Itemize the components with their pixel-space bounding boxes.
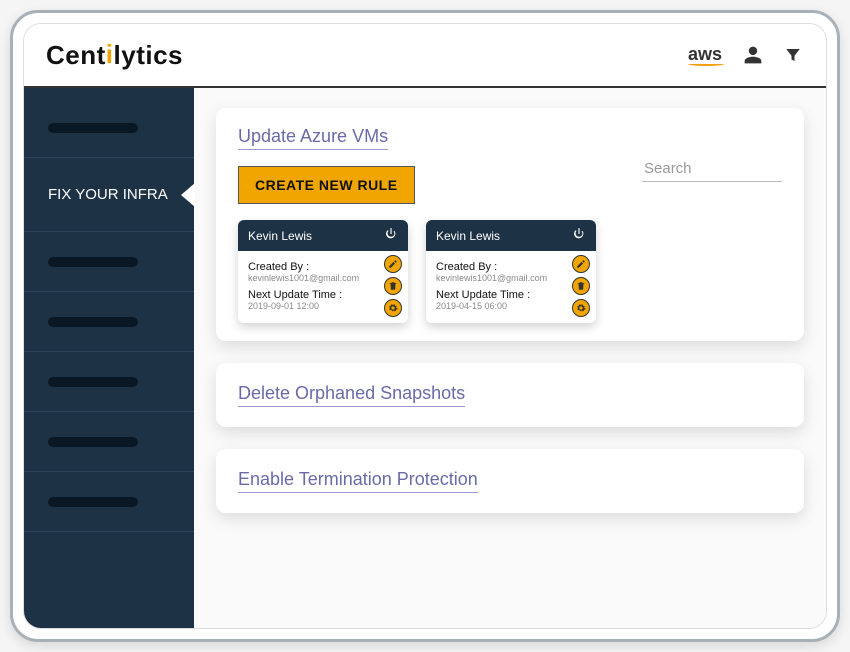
panel-title-update[interactable]: Update Azure VMs	[238, 126, 388, 150]
sidebar-item-placeholder[interactable]	[24, 472, 194, 532]
placeholder-bar-icon	[48, 377, 138, 387]
delete-icon[interactable]	[572, 277, 590, 295]
sidebar-item-placeholder[interactable]	[24, 412, 194, 472]
rule-card-header: Kevin Lewis	[426, 220, 596, 251]
rule-card-header: Kevin Lewis	[238, 220, 408, 251]
rule-card: Kevin Lewis Created By : kevinlewis1001@…	[238, 220, 408, 323]
filter-icon[interactable]	[782, 44, 804, 66]
rule-card-actions	[572, 255, 590, 317]
created-by-label: Created By :	[436, 261, 586, 273]
delete-icon[interactable]	[384, 277, 402, 295]
panel-header-row: Update Azure VMs CREATE NEW RULE	[238, 126, 782, 204]
rule-card: Kevin Lewis Created By : kevinlewis1001@…	[426, 220, 596, 323]
sidebar-item-placeholder[interactable]	[24, 352, 194, 412]
created-by-value: kevinlewis1001@gmail.com	[436, 273, 586, 283]
rule-owner-name: Kevin Lewis	[436, 229, 500, 243]
logo-part-accent: i	[106, 39, 114, 69]
search-input[interactable]	[642, 156, 782, 182]
sidebar: FIX YOUR INFRA	[24, 88, 194, 628]
created-by-value: kevinlewis1001@gmail.com	[248, 273, 398, 283]
placeholder-bar-icon	[48, 317, 138, 327]
body-row: FIX YOUR INFRA Update Azure VMs CREATE N…	[24, 88, 826, 628]
power-icon[interactable]	[384, 227, 398, 244]
sidebar-item-placeholder[interactable]	[24, 98, 194, 158]
sidebar-item-placeholder[interactable]	[24, 232, 194, 292]
next-update-value: 2019-09-01 12:00	[248, 301, 398, 311]
next-update-label: Next Update Time :	[248, 289, 398, 301]
sidebar-item-fix-your-infra[interactable]: FIX YOUR INFRA	[24, 158, 194, 232]
rule-card-body: Created By : kevinlewis1001@gmail.com Ne…	[426, 251, 596, 323]
user-icon[interactable]	[742, 44, 764, 66]
topbar-right: aws	[688, 44, 804, 66]
topbar: Centilytics aws	[24, 24, 826, 88]
device-frame: Centilytics aws FIX YOUR INFRA	[10, 10, 840, 642]
sidebar-item-label: FIX YOUR INFRA	[48, 185, 168, 205]
settings-icon[interactable]	[384, 299, 402, 317]
rule-card-body: Created By : kevinlewis1001@gmail.com Ne…	[238, 251, 408, 323]
panel-title-snapshots[interactable]: Delete Orphaned Snapshots	[238, 383, 465, 407]
placeholder-bar-icon	[48, 437, 138, 447]
panel-title-termination[interactable]: Enable Termination Protection	[238, 469, 478, 493]
rule-card-actions	[384, 255, 402, 317]
sidebar-item-placeholder[interactable]	[24, 292, 194, 352]
panel-termination-protection[interactable]: Enable Termination Protection	[216, 449, 804, 513]
next-update-label: Next Update Time :	[436, 289, 586, 301]
panel-update-azure-vms: Update Azure VMs CREATE NEW RULE Kevin L…	[216, 108, 804, 341]
logo-part-right: lytics	[114, 40, 184, 70]
edit-icon[interactable]	[572, 255, 590, 273]
rule-owner-name: Kevin Lewis	[248, 229, 312, 243]
edit-icon[interactable]	[384, 255, 402, 273]
rule-cards-row: Kevin Lewis Created By : kevinlewis1001@…	[238, 220, 782, 323]
power-icon[interactable]	[572, 227, 586, 244]
panel-delete-snapshots[interactable]: Delete Orphaned Snapshots	[216, 363, 804, 427]
placeholder-bar-icon	[48, 123, 138, 133]
logo-part-left: Cent	[46, 40, 106, 70]
brand-logo[interactable]: Centilytics	[46, 40, 183, 71]
placeholder-bar-icon	[48, 497, 138, 507]
main-content: Update Azure VMs CREATE NEW RULE Kevin L…	[194, 88, 826, 628]
next-update-value: 2019-04-15 06:00	[436, 301, 586, 311]
settings-icon[interactable]	[572, 299, 590, 317]
create-new-rule-button[interactable]: CREATE NEW RULE	[238, 166, 415, 204]
app-shell: Centilytics aws FIX YOUR INFRA	[23, 23, 827, 629]
created-by-label: Created By :	[248, 261, 398, 273]
aws-label: aws	[688, 44, 722, 64]
aws-badge[interactable]: aws	[688, 45, 724, 66]
placeholder-bar-icon	[48, 257, 138, 267]
